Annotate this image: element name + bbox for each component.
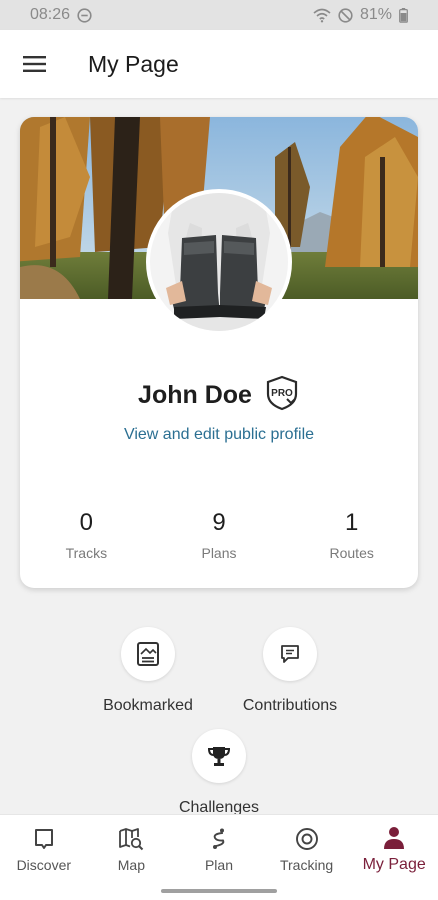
menu-button[interactable] [0,30,70,98]
stats-row: 0 Tracks 9 Plans 1 Routes [20,509,418,561]
edit-profile-link[interactable]: View and edit public profile [20,426,418,444]
nav-label: Map [117,856,145,873]
bookmarked-button[interactable]: Bookmarked [68,627,228,715]
bottom-nav: Discover Map Plan Tracking My Page [0,814,438,884]
wifi-icon [313,8,331,23]
avatar[interactable] [146,189,292,335]
bookmarked-label: Bookmarked [103,697,193,714]
user-name: John Doe [138,381,252,409]
stat-value: 0 [79,509,94,536]
nav-my-page[interactable]: My Page [350,815,438,884]
stat-value: 1 [345,509,359,536]
bookmark-icon [137,642,159,666]
stat-label: Tracks [65,545,108,561]
profile-card: John Doe PRO View and edit public profil… [20,117,418,588]
no-sim-icon [338,7,353,23]
gesture-area [0,884,438,900]
name-row: John Doe PRO [20,375,418,416]
pro-badge-text: PRO [271,388,293,399]
stat-label: Routes [329,545,374,561]
bookmarked-circle[interactable] [121,627,175,681]
home-gesture-bar[interactable] [161,889,277,893]
app-bar: My Page [0,30,438,98]
nav-discover[interactable]: Discover [0,815,88,884]
map-icon [119,827,144,850]
nav-label: Discover [16,856,72,873]
speech-bubble-icon [281,645,299,663]
battery-percent: 81% [359,6,392,23]
nav-label: My Page [362,855,426,873]
stat-tracks[interactable]: 0 Tracks [20,509,153,561]
do-not-disturb-icon [77,7,92,23]
status-left: 08:26 [30,6,92,24]
stat-routes[interactable]: 1 Routes [285,509,418,561]
nav-plan[interactable]: Plan [175,815,263,884]
person-icon [384,826,405,849]
status-time: 08:26 [30,6,71,23]
tracking-icon [295,827,318,850]
nav-tracking[interactable]: Tracking [263,815,351,884]
status-bar: 08:26 81% [0,0,438,30]
challenges-circle[interactable] [192,729,246,783]
stat-value: 9 [212,509,226,536]
nav-label: Plan [204,856,233,873]
stat-label: Plans [201,545,237,561]
trophy-icon [207,747,231,766]
contributions-circle[interactable] [263,627,317,681]
page-title: My Page [88,50,179,77]
nav-map[interactable]: Map [88,815,176,884]
contributions-button[interactable]: Contributions [210,627,370,715]
stat-plans[interactable]: 9 Plans [153,509,286,561]
contributions-label: Contributions [242,697,338,714]
pro-badge-icon: PRO [264,375,300,416]
plan-icon [212,828,225,849]
hiking-boots-photo [150,193,288,331]
battery-icon [399,7,408,23]
hamburger-menu-icon [23,56,46,72]
discover-icon [34,828,53,849]
nav-label: Tracking [279,856,334,873]
challenges-button[interactable]: Challenges [139,729,299,817]
status-right: 81% [313,6,408,24]
